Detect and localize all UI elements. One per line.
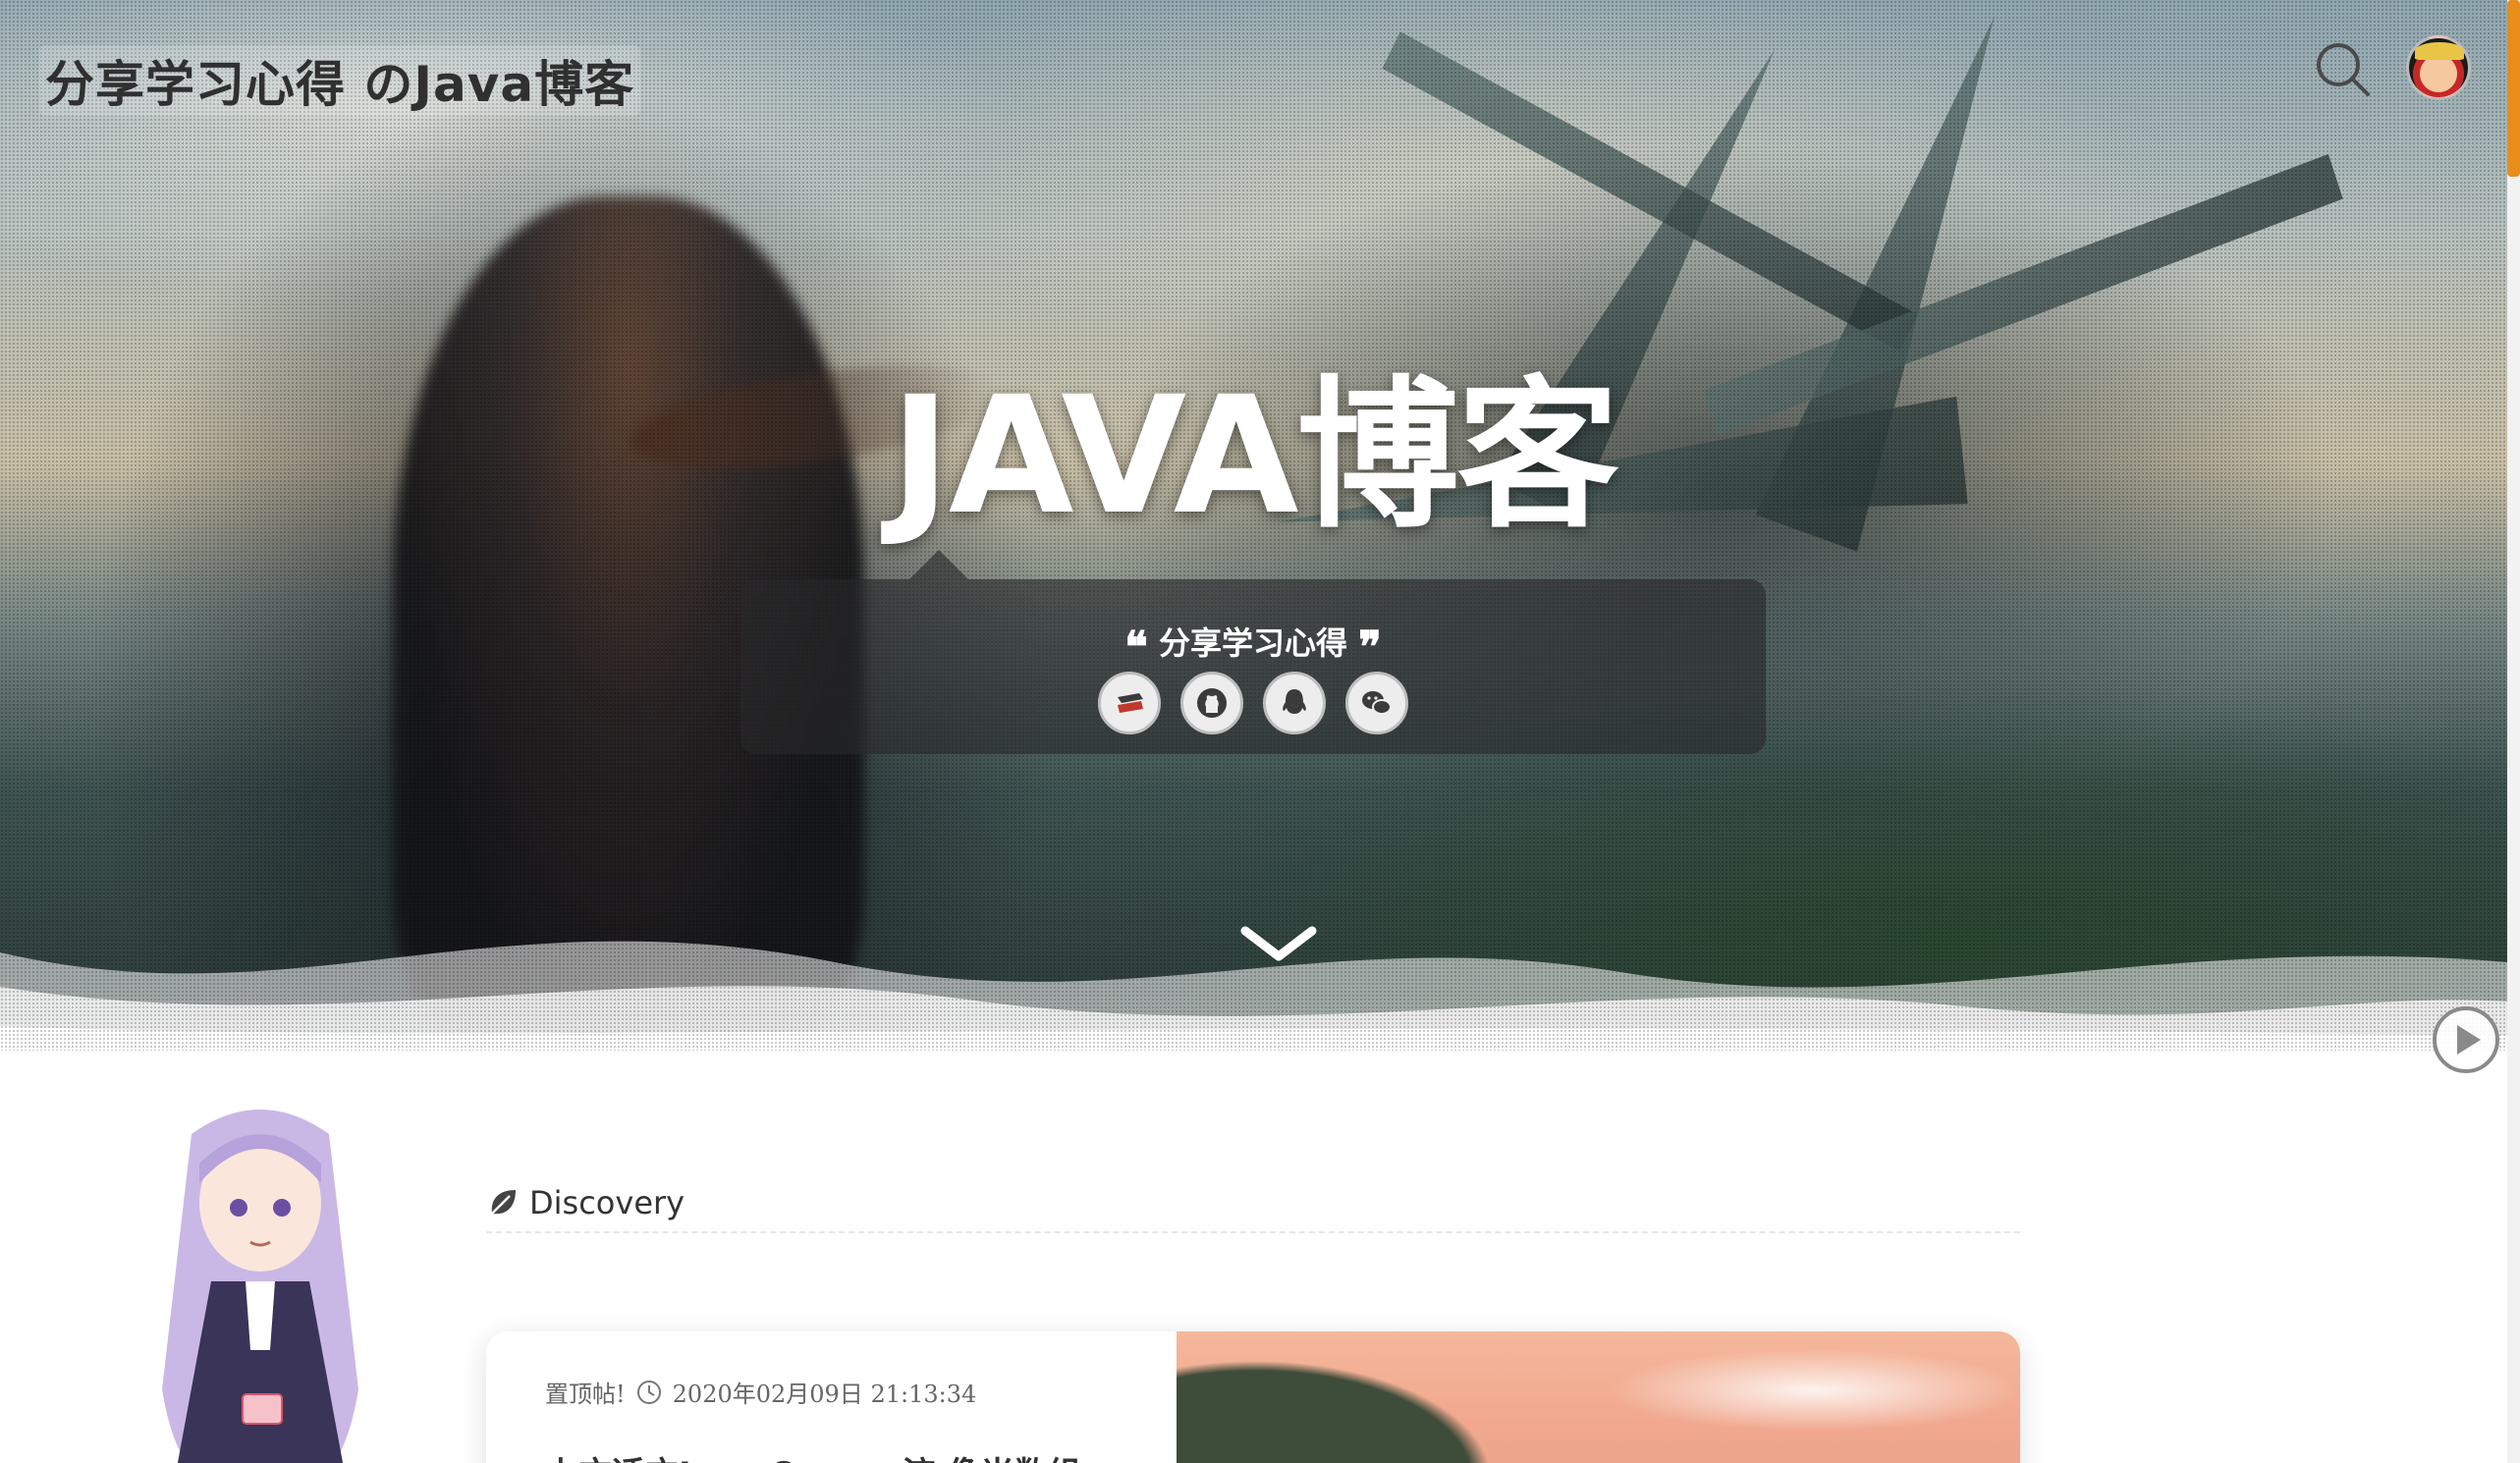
qq-link[interactable]: [1263, 672, 1326, 734]
quote-right-icon: ❞: [1358, 623, 1382, 673]
avatar[interactable]: [2406, 35, 2471, 100]
mascot-character[interactable]: [133, 1095, 388, 1463]
github-icon: [1197, 688, 1227, 718]
quote-left-icon: ❝: [1124, 623, 1148, 673]
scrollbar-thumb[interactable]: [2507, 0, 2520, 177]
chevron-down-icon[interactable]: [1239, 923, 1318, 966]
csdn-icon: [1118, 693, 1143, 713]
section-title: Discovery: [529, 1184, 685, 1221]
social-links: [740, 672, 1766, 734]
wechat-icon: [1362, 691, 1392, 715]
site-title[interactable]: 分享学习心得 のJava博客: [39, 45, 641, 116]
qq-icon: [1283, 689, 1306, 714]
hero-title: JAVA博客: [890, 361, 1618, 550]
post-meta: 置顶帖! 2020年02月09日 21:13:34: [545, 1375, 976, 1409]
post-title[interactable]: 上方适方Java Queue 流 像当数组: [545, 1447, 1081, 1463]
github-link[interactable]: [1180, 672, 1243, 734]
post-date: 2020年02月09日 21:13:34: [672, 1381, 977, 1408]
scrollbar-track[interactable]: [2507, 0, 2520, 1463]
section-header: Discovery: [486, 1174, 2020, 1233]
pin-label: 置顶帖!: [545, 1381, 626, 1408]
music-play-button[interactable]: [2433, 1006, 2499, 1073]
search-icon[interactable]: [2313, 39, 2374, 100]
motto-text: 分享学习心得: [1158, 624, 1347, 662]
clock-icon: [636, 1380, 661, 1404]
wechat-link[interactable]: [1345, 672, 1408, 734]
csdn-link[interactable]: [1098, 672, 1161, 734]
leaf-icon: [491, 1190, 516, 1215]
motto-line: ❝ 分享学习心得 ❞: [740, 619, 1766, 673]
play-icon: [2457, 1025, 2481, 1055]
post-thumbnail[interactable]: [1177, 1331, 2020, 1463]
pinned-post-card[interactable]: 置顶帖! 2020年02月09日 21:13:34 上方适方Java Queue…: [486, 1331, 2020, 1463]
hero-info-card: ❝ 分享学习心得 ❞: [740, 550, 1766, 754]
